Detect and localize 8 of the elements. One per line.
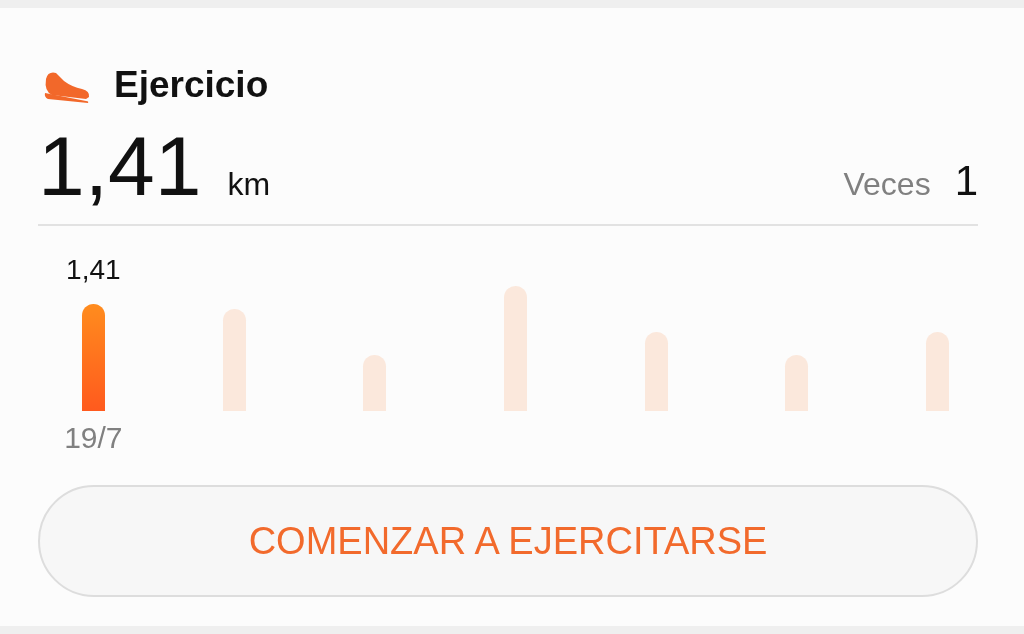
start-exercise-button[interactable]: COMENZAR A EJERCITARSE xyxy=(38,485,978,597)
bar-value: 1,41 xyxy=(66,254,121,286)
distance-value: 1,41 xyxy=(38,124,202,208)
bar-date: 19/7 xyxy=(64,421,123,455)
distance-unit: km xyxy=(227,166,271,203)
count-label: Veces xyxy=(843,166,931,203)
count-value: 1 xyxy=(954,157,978,205)
card-title: Ejercicio xyxy=(114,64,269,106)
